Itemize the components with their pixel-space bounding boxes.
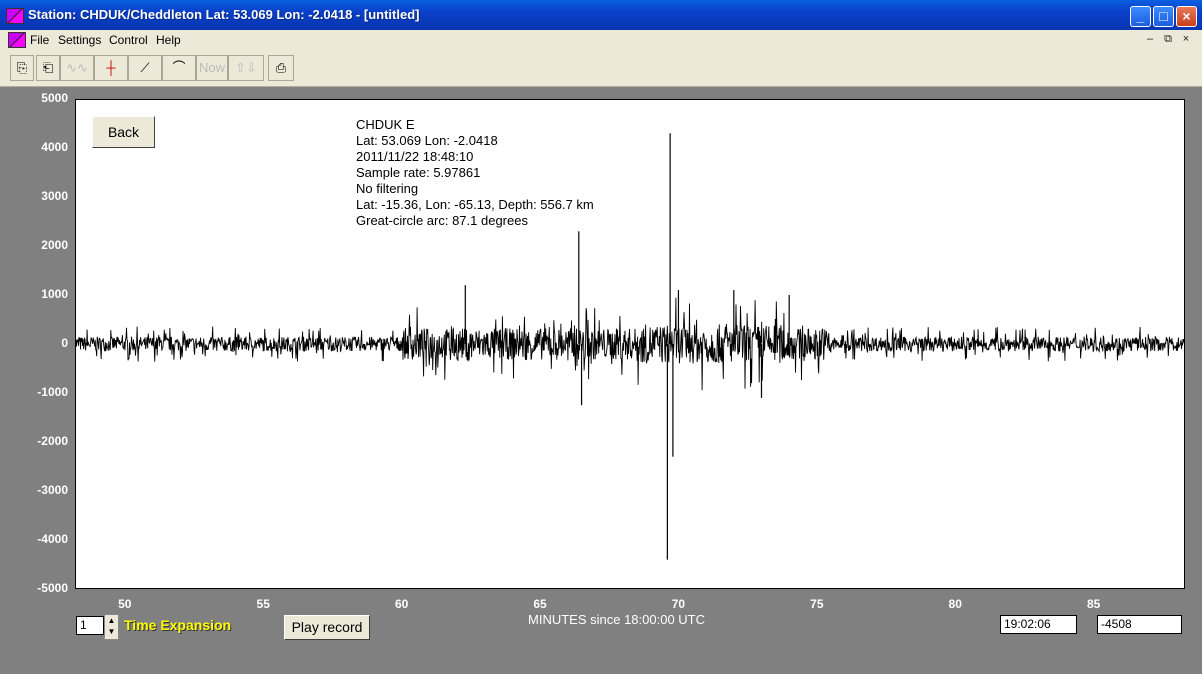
minimize-button[interactable]: _ [1130,6,1151,27]
info-sample-rate: Sample rate: 5.97861 [356,165,481,180]
play-record-button[interactable]: Play record [284,615,370,640]
pick-marker-icon[interactable]: ┼ [94,55,128,81]
y-tick-label: -3000 [37,483,68,497]
back-button[interactable]: Back [92,116,155,148]
title-bar: Station: CHDUK/Cheddleton Lat: 53.069 Lo… [0,0,1202,30]
child-close-icon[interactable]: × [1178,33,1194,47]
menu-bar: File Settings Control Help – ⧉ × [0,30,1202,50]
open-file-icon[interactable]: ⎘ [10,55,34,81]
x-tick-label: 75 [810,597,824,611]
maximize-button[interactable]: □ [1153,6,1174,27]
spin-up-icon[interactable]: ▲ [105,615,118,626]
time-expansion-input[interactable]: 1 [76,616,104,635]
x-tick-label: 80 [948,597,962,611]
app-icon [6,8,24,24]
spin-down-icon[interactable]: ▼ [105,626,118,637]
info-event: Lat: -15.36, Lon: -65.13, Depth: 556.7 k… [356,197,594,212]
toolbar: ⎘ ⎗ ∿∿ ┼ ⟋ ⌒ Now ⇧⇩ ⎙ [0,50,1202,87]
up-down-arrows-icon[interactable]: ⇧⇩ [228,55,264,81]
value-readout: -4508 [1097,615,1182,634]
x-tick-label: 85 [1086,597,1101,611]
spectrum-icon[interactable]: ⟋ [128,55,162,81]
window-title: Station: CHDUK/Cheddleton Lat: 53.069 Lo… [28,7,420,22]
info-station: CHDUK E [356,117,415,132]
info-location: Lat: 53.069 Lon: -2.0418 [356,133,498,148]
x-tick-label: 50 [118,597,132,611]
x-axis-label: MINUTES since 18:00:00 UTC [528,612,706,627]
y-tick-label: 3000 [41,189,68,203]
y-tick-label: -2000 [37,434,68,448]
print-icon[interactable]: ⎙ [268,55,294,81]
save-file-icon[interactable]: ⎗ [36,55,60,81]
x-tick-label: 70 [671,597,686,611]
info-datetime: 2011/11/22 18:48:10 [356,149,474,164]
now-button[interactable]: Now [196,55,228,81]
spinner-control[interactable]: ▲ ▼ [104,614,119,640]
time-expansion-label: Time Expansion [124,617,232,633]
y-tick-label: 1000 [41,287,68,301]
time-readout: 19:02:06 [1000,615,1077,634]
x-tick-label: 65 [533,597,547,611]
document-icon[interactable] [8,32,26,48]
y-tick-label: 2000 [41,238,68,252]
info-filter: No filtering [356,181,419,196]
y-tick-label: 5000 [41,91,68,105]
y-tick-label: 4000 [41,140,68,154]
filter-curve-icon[interactable]: ⌒ [162,55,196,81]
menu-settings[interactable]: Settings [58,33,101,47]
menu-help[interactable]: Help [156,33,181,47]
menu-control[interactable]: Control [109,33,148,47]
x-tick-label: 60 [394,597,409,611]
menu-file[interactable]: File [30,33,49,47]
y-tick-label: -1000 [37,385,68,399]
waveform-icon[interactable]: ∿∿ [60,55,94,81]
child-minimize-icon[interactable]: – [1142,33,1158,47]
y-tick-label: -5000 [37,581,68,595]
info-arc: Great-circle arc: 87.1 degrees [356,213,528,228]
station-info: CHDUK E Lat: 53.069 Lon: -2.0418 2011/11… [356,117,594,229]
y-tick-label: -4000 [37,532,68,546]
seismogram-chart[interactable] [75,99,1185,589]
child-restore-icon[interactable]: ⧉ [1160,33,1176,47]
x-tick-label: 55 [256,597,270,611]
close-button[interactable]: × [1176,6,1197,27]
y-tick-label: 0 [61,336,68,350]
